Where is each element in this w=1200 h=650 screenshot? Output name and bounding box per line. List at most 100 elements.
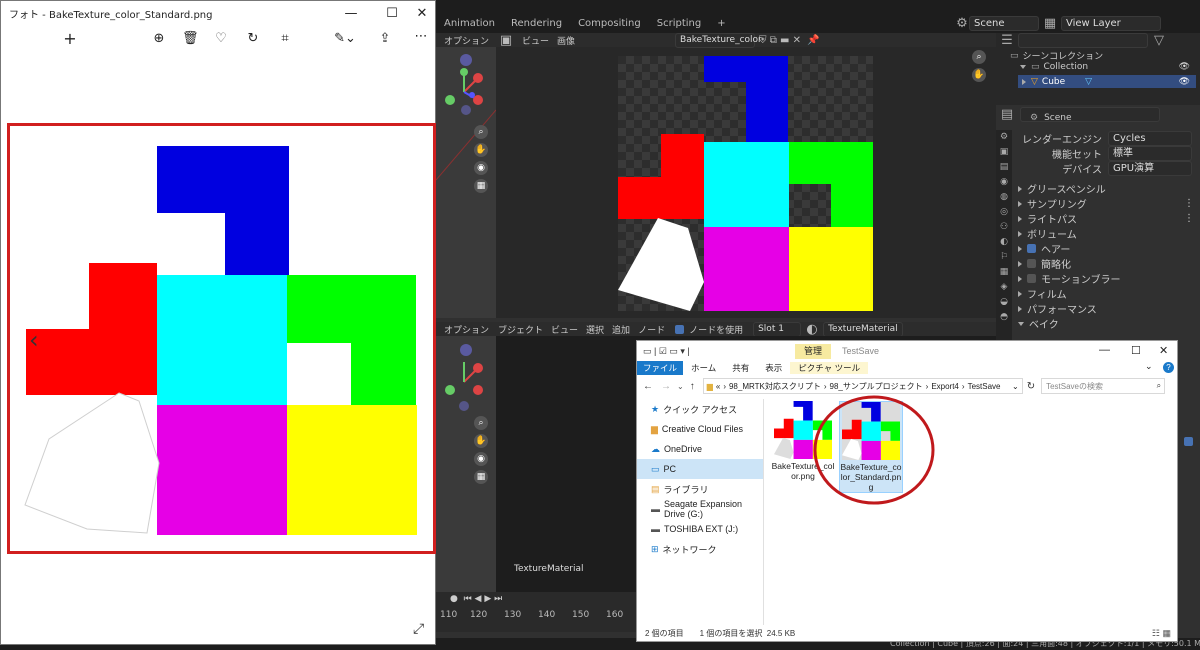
nav-onedrive[interactable]: ☁ OneDrive <box>637 439 763 459</box>
image-name-field[interactable]: BakeTexture_color <box>675 32 762 48</box>
outliner-type-icon[interactable]: ☰ <box>1000 33 1014 48</box>
trash-icon[interactable]: 🗑 <box>182 31 199 46</box>
list-icon[interactable]: ⋮ <box>1184 198 1194 209</box>
panel-grease-pencil[interactable]: グリースペンシル <box>1018 181 1198 196</box>
tab-home[interactable]: ホーム <box>683 362 724 374</box>
use-nodes-checkbox[interactable] <box>675 324 685 334</box>
menu-add[interactable]: 追加 <box>612 323 630 336</box>
grid-icon[interactable]: ▦ <box>474 470 488 484</box>
minimize-button[interactable]: — <box>341 6 361 21</box>
outliner[interactable]: ☰ ▽ ▭ シーンコレクション ▭ Collection 👁 ▽ Cube ▽ … <box>996 33 1200 105</box>
maximize-button[interactable]: ☐ <box>382 6 402 21</box>
device-dropdown[interactable]: GPU演算 <box>1108 161 1192 176</box>
view-toggle-icon[interactable]: ☷ ▦ <box>1152 628 1177 639</box>
outliner-scene-collection[interactable]: ▭ シーンコレクション <box>1010 49 1103 63</box>
hand-icon[interactable]: ✋ <box>474 143 488 157</box>
tab-manage[interactable]: 管理 <box>795 344 831 359</box>
forward-button[interactable]: → <box>653 381 671 392</box>
tab-animation[interactable]: Animation <box>436 14 503 33</box>
crop-icon[interactable]: ⌗ <box>277 31 293 46</box>
plus-icon[interactable]: + <box>61 29 79 48</box>
fullscreen-icon[interactable]: ⤢ <box>413 621 424 637</box>
image-actions-icon[interactable]: ⛨ ⧉ ▬ ✕ <box>759 35 801 46</box>
tab-scripting[interactable]: Scripting <box>649 14 709 33</box>
address-dropdown-icon[interactable]: ⌄ <box>1012 382 1022 391</box>
hand-icon[interactable]: ✋ <box>972 68 986 82</box>
zoom-icon[interactable]: ⌕ <box>972 50 986 64</box>
zoom-icon[interactable]: ⊕ <box>151 31 167 46</box>
panel-motion-blur[interactable]: モーションブラー <box>1018 271 1198 286</box>
menu-node[interactable]: ノード <box>638 323 665 336</box>
maximize-button[interactable]: ☐ <box>1131 344 1141 357</box>
nav-creative-cloud[interactable]: ▆ Creative Cloud Files <box>637 419 763 439</box>
panel-film[interactable]: フィルム <box>1018 286 1198 301</box>
panel-performance[interactable]: パフォーマンス <box>1018 301 1198 316</box>
help-icon[interactable]: ? <box>1163 362 1174 373</box>
menu-view[interactable]: ビュー <box>551 323 578 336</box>
properties-type-icon[interactable]: ▤ <box>1000 107 1014 122</box>
outliner-collection[interactable]: ▭ Collection 👁 <box>1020 62 1196 72</box>
camera-icon[interactable]: ◉ <box>474 161 488 175</box>
scene-field[interactable]: Scene <box>969 16 1039 31</box>
zoom-icon[interactable]: ⌕ <box>474 125 488 139</box>
bake-checkbox[interactable] <box>1184 437 1193 446</box>
view-layer-field[interactable]: View Layer <box>1061 16 1161 31</box>
panel-simplify[interactable]: 簡略化 <box>1018 256 1198 271</box>
tab-add[interactable]: + <box>709 14 733 33</box>
panel-volumes[interactable]: ボリューム <box>1018 226 1198 241</box>
outliner-cube[interactable]: ▽ Cube ▽ 👁 <box>1018 75 1196 88</box>
list-icon[interactable]: ⋮ <box>1184 213 1194 224</box>
tab-view[interactable]: 表示 <box>757 362 790 374</box>
material-field[interactable]: TextureMaterial <box>823 321 904 337</box>
simplify-checkbox[interactable] <box>1027 259 1036 268</box>
panel-sampling[interactable]: サンプリング ⋮ <box>1018 196 1198 211</box>
menu-object[interactable]: ブジェクト <box>498 323 543 336</box>
render-engine-dropdown[interactable]: Cycles <box>1108 131 1192 146</box>
hair-checkbox[interactable] <box>1027 244 1036 253</box>
motion-blur-checkbox[interactable] <box>1027 274 1036 283</box>
nav-seagate[interactable]: ▬ Seagate Expansion Drive (G:) <box>637 499 763 519</box>
more-icon[interactable]: ⋯ <box>413 29 429 44</box>
back-button[interactable]: ← <box>637 381 653 392</box>
playback-controls[interactable]: ● ⏮ ◀ ▶ ⏭ <box>450 594 502 604</box>
outliner-search[interactable] <box>1018 33 1148 48</box>
menu-image[interactable]: 画像 <box>557 34 575 47</box>
pin-icon[interactable]: 📌 <box>807 35 819 46</box>
share-icon[interactable]: ⇪ <box>377 31 393 46</box>
address-bar[interactable]: ▆ « › 98_MRTK対応スクリプト › 98_サンプルプロジェクト › E… <box>702 378 1023 394</box>
expand-icon[interactable] <box>1020 65 1026 69</box>
search-box[interactable]: TestSaveの検索 ⌕ <box>1041 378 1166 394</box>
editor-type-icon[interactable]: ▣ <box>496 33 516 48</box>
refresh-icon[interactable]: ↻ <box>1023 381 1035 392</box>
nav-pc[interactable]: ▭ PC <box>637 459 763 479</box>
tab-picture-tools[interactable]: ピクチャ ツール <box>790 362 869 374</box>
viewport-options[interactable]: オプション <box>436 34 489 47</box>
panel-light-paths[interactable]: ライトパス ⋮ <box>1018 211 1198 226</box>
heart-icon[interactable]: ♡ <box>213 31 229 46</box>
eye-icon[interactable]: 👁 <box>1179 62 1190 72</box>
panel-hair[interactable]: ヘアー <box>1018 241 1198 256</box>
up-button[interactable]: ↑ <box>684 381 695 392</box>
breadcrumb-item[interactable]: Export4 <box>931 382 959 391</box>
nav-quick-access[interactable]: ★ クイック アクセス <box>637 399 763 419</box>
nav-library[interactable]: ▤ ライブラリ <box>637 479 763 499</box>
collapse-ribbon-icon[interactable]: ⌄ <box>1145 361 1153 372</box>
filter-icon[interactable]: ▽ <box>1154 33 1164 48</box>
camera-icon[interactable]: ◉ <box>474 452 488 466</box>
menu-view[interactable]: ビュー <box>522 34 549 47</box>
viewport-lower-options[interactable]: オプション <box>436 323 489 336</box>
feature-set-dropdown[interactable]: 標準 <box>1108 146 1192 161</box>
minimize-button[interactable]: — <box>1099 344 1110 356</box>
recent-dropdown-icon[interactable]: ⌄ <box>671 382 684 391</box>
expand-icon[interactable] <box>1022 78 1026 85</box>
tab-rendering[interactable]: Rendering <box>503 14 570 33</box>
close-button[interactable]: ✕ <box>1159 344 1168 357</box>
close-button[interactable]: ✕ <box>412 6 432 21</box>
panel-bake[interactable]: ベイク <box>1018 316 1198 331</box>
hand-icon[interactable]: ✋ <box>474 434 488 448</box>
nav-toshiba[interactable]: ▬ TOSHIBA EXT (J:) <box>637 519 763 539</box>
rotate-icon[interactable]: ↻ <box>245 31 261 46</box>
nav-network[interactable]: ⊞ ネットワーク <box>637 539 763 559</box>
zoom-icon[interactable]: ⌕ <box>474 416 488 430</box>
breadcrumb-item[interactable]: 98_サンプルプロジェクト <box>830 381 923 392</box>
